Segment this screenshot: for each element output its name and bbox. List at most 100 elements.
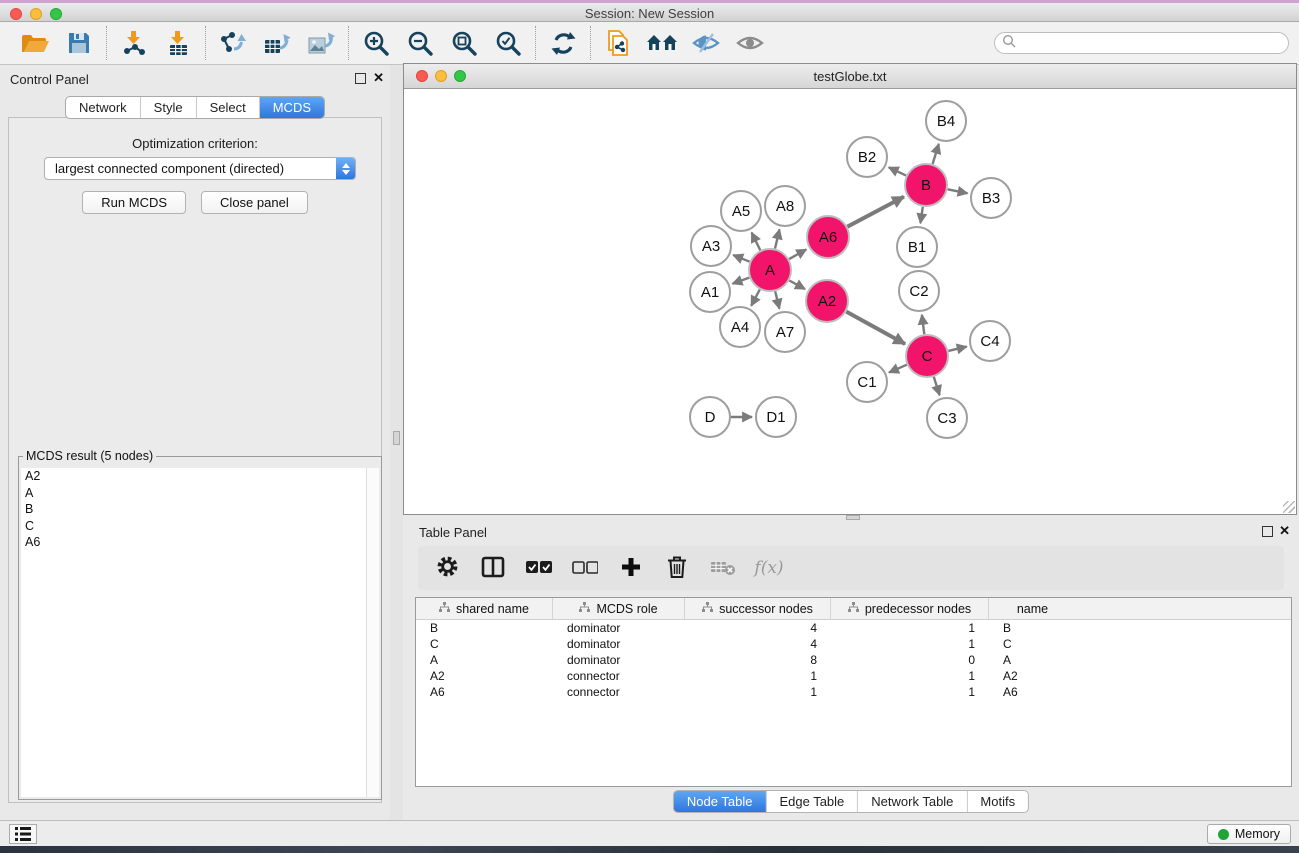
graph-edge-C-C2[interactable] (922, 315, 924, 334)
graph-edge-A-A1[interactable] (733, 278, 750, 284)
table-cell[interactable]: 8 (685, 652, 831, 668)
table-cell[interactable]: dominator (553, 652, 685, 668)
graph-node-C3[interactable]: C3 (927, 398, 967, 438)
graph-node-B[interactable]: B (905, 164, 947, 206)
result-node-item[interactable]: B (21, 501, 379, 518)
network-graph-canvas[interactable]: B4B2BB3A8A5A6A3B1AC2A1A2A4A7C4CC1C3DD1 (404, 89, 1296, 514)
result-node-item[interactable]: A (21, 485, 379, 502)
add-row-button[interactable] (616, 553, 646, 583)
export-network-button[interactable] (216, 26, 250, 60)
export-table-button[interactable] (260, 26, 294, 60)
graph-edge-C-C4[interactable] (948, 347, 966, 351)
graph-edge-C-C3[interactable] (934, 377, 940, 395)
table-cell[interactable]: 0 (831, 652, 989, 668)
zoom-selected-button[interactable] (491, 26, 525, 60)
table-cell[interactable]: C (416, 636, 553, 652)
graph-edge-B-B3[interactable] (948, 189, 968, 193)
graph-edge-A-A6[interactable] (789, 249, 806, 259)
zoom-out-button[interactable] (403, 26, 437, 60)
graph-node-B3[interactable]: B3 (971, 178, 1011, 218)
select-all-checkboxes-button[interactable] (524, 553, 554, 583)
graph-node-A2[interactable]: A2 (806, 280, 848, 322)
graph-edge-A-A5[interactable] (752, 233, 761, 251)
export-image-button[interactable] (304, 26, 338, 60)
close-panel-icon[interactable]: ✕ (373, 70, 384, 86)
table-cell[interactable]: 4 (685, 636, 831, 652)
table-cell[interactable]: 1 (831, 636, 989, 652)
graph-edge-A-A7[interactable] (775, 291, 779, 308)
float-panel-icon[interactable] (355, 73, 366, 84)
table-row[interactable]: Bdominator41B (416, 620, 1291, 636)
tab-motifs[interactable]: Motifs (966, 791, 1028, 812)
graph-node-C[interactable]: C (906, 335, 948, 377)
criterion-dropdown[interactable]: largest connected component (directed) (44, 157, 356, 180)
table-row[interactable]: Cdominator41C (416, 636, 1291, 652)
tab-network-table[interactable]: Network Table (857, 791, 966, 812)
table-cell[interactable]: 1 (831, 620, 989, 636)
graph-edge-A-A3[interactable] (733, 255, 749, 262)
split-handle-icon[interactable] (393, 431, 400, 445)
run-mcds-button[interactable]: Run MCDS (82, 191, 186, 214)
graph-node-C1[interactable]: C1 (847, 362, 887, 402)
graph-node-B2[interactable]: B2 (847, 137, 887, 177)
search-box[interactable] (994, 32, 1289, 54)
graph-node-A3[interactable]: A3 (691, 226, 731, 266)
table-cell[interactable]: 1 (685, 684, 831, 700)
duplicate-network-button[interactable] (601, 26, 635, 60)
table-cell[interactable]: A6 (416, 684, 553, 700)
graph-node-C4[interactable]: C4 (970, 321, 1010, 361)
table-cell[interactable]: dominator (553, 636, 685, 652)
graph-node-A[interactable]: A (749, 249, 791, 291)
search-input[interactable] (1020, 36, 1288, 50)
resize-grip-icon[interactable] (1283, 501, 1295, 513)
result-list-scrollbar[interactable] (366, 468, 379, 797)
home-networks-button[interactable] (645, 26, 679, 60)
graph-node-A5[interactable]: A5 (721, 191, 761, 231)
table-cell[interactable]: A2 (989, 668, 1076, 684)
tab-select[interactable]: Select (196, 97, 259, 118)
hide-network-eye-button[interactable] (689, 26, 723, 60)
task-history-button[interactable] (9, 824, 37, 844)
horizontal-split-handle[interactable] (846, 515, 860, 520)
refresh-network-button[interactable] (546, 26, 580, 60)
table-close-icon[interactable]: ✕ (1279, 523, 1290, 539)
result-node-item[interactable]: A2 (21, 468, 379, 485)
zoom-fit-button[interactable] (447, 26, 481, 60)
graph-node-A6[interactable]: A6 (807, 216, 849, 258)
table-float-icon[interactable] (1262, 526, 1273, 537)
tab-style[interactable]: Style (140, 97, 196, 118)
table-cell[interactable]: connector (553, 668, 685, 684)
table-cell[interactable]: connector (553, 684, 685, 700)
show-eye-button[interactable] (733, 26, 767, 60)
column-header-predecessor-nodes[interactable]: predecessor nodes (831, 598, 989, 619)
tab-edge-table[interactable]: Edge Table (765, 791, 857, 812)
table-cell[interactable]: 1 (831, 684, 989, 700)
table-cell[interactable]: 4 (685, 620, 831, 636)
import-network-button[interactable] (117, 26, 151, 60)
close-panel-button[interactable]: Close panel (201, 191, 308, 214)
table-cell[interactable]: C (989, 636, 1076, 652)
graph-edge-C-C1[interactable] (889, 365, 907, 373)
zoom-in-button[interactable] (359, 26, 393, 60)
graph-edge-B-B1[interactable] (920, 207, 922, 223)
graph-node-D1[interactable]: D1 (756, 397, 796, 437)
tab-node-table[interactable]: Node Table (674, 791, 766, 812)
table-cell[interactable]: B (416, 620, 553, 636)
graph-edge-B-B4[interactable] (933, 144, 939, 164)
column-header-name[interactable]: name (989, 598, 1076, 619)
graph-node-A8[interactable]: A8 (765, 186, 805, 226)
graph-edge-A-A4[interactable] (751, 290, 760, 306)
table-cell[interactable]: B (989, 620, 1076, 636)
column-header-shared-name[interactable]: shared name (416, 598, 553, 619)
column-header-successor-nodes[interactable]: successor nodes (685, 598, 831, 619)
table-row[interactable]: A6connector11A6 (416, 684, 1291, 700)
vertical-split-divider[interactable] (390, 65, 403, 820)
table-cell[interactable]: A2 (416, 668, 553, 684)
graph-edge-A2-C[interactable] (846, 312, 905, 344)
graph-edge-A-A2[interactable] (789, 281, 805, 290)
table-cell[interactable]: A (989, 652, 1076, 668)
table-row[interactable]: Adominator80A (416, 652, 1291, 668)
table-cell[interactable]: dominator (553, 620, 685, 636)
graph-node-A7[interactable]: A7 (765, 312, 805, 352)
tab-mcds[interactable]: MCDS (259, 97, 324, 118)
